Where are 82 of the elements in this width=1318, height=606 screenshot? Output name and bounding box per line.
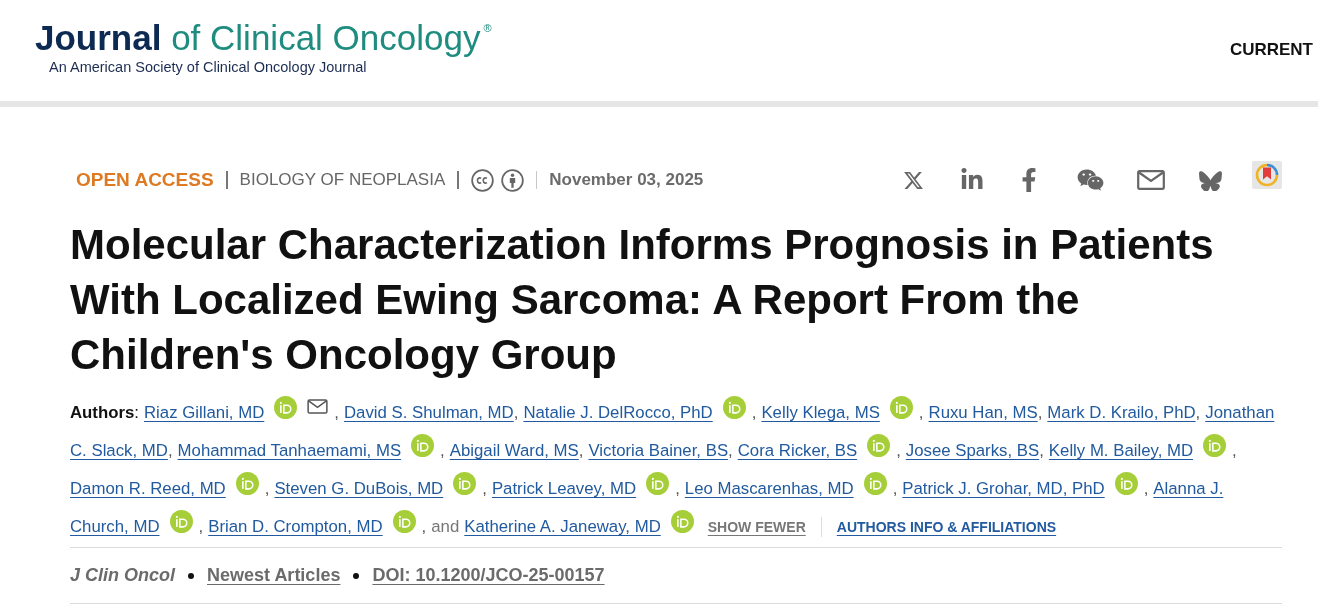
journal-wordmark[interactable]: Journal of Clinical Oncology$^{®}$: [35, 18, 492, 58]
author-link[interactable]: Patrick J. Grohar, MD, PhD: [902, 476, 1105, 502]
envelope-icon[interactable]: [307, 398, 329, 414]
comma-separator: ,: [513, 402, 519, 425]
nav-link[interactable]: CURRENT: [1229, 37, 1313, 63]
comma-separator: ,: [1195, 402, 1201, 425]
author-link[interactable]: Kelly M. Bailey, MD: [1048, 438, 1194, 464]
comma-separator: ,: [918, 402, 924, 425]
id-badge-icon[interactable]: [646, 471, 670, 495]
comma-separator: ,: [1232, 440, 1237, 463]
comma-separator: ,: [728, 440, 733, 463]
comma-separator: ,: [482, 478, 487, 501]
author-link[interactable]: Leo Mascarenhas, MD: [684, 476, 854, 502]
author-link[interactable]: C. Slack, MD: [70, 438, 168, 464]
comma-separator: ,: [675, 478, 680, 501]
x-logo-icon[interactable]: [903, 169, 924, 191]
comma-separator: ,: [167, 440, 173, 463]
id-badge-icon[interactable]: [863, 471, 887, 495]
comma-separator: ,: [1037, 402, 1043, 425]
id-badge-icon[interactable]: [889, 395, 913, 419]
comma-separator: ,: [892, 478, 898, 501]
author-link[interactable]: Riaz Gillani, MD: [144, 400, 265, 426]
comma-separator: ,: [198, 516, 204, 539]
id-badge-icon[interactable]: [392, 509, 416, 533]
article-title: Molecular Characterization Informs Prognosis in Patients With Localized Ewing Sarcoma: A Report From the Children's Oncology Group: [70, 220, 1215, 380]
id-badge-icon[interactable]: [722, 395, 746, 419]
id-badge-icon[interactable]: [453, 471, 477, 495]
show-fewer-button[interactable]: SHOW FEWER: [707, 516, 806, 538]
id-badge-icon[interactable]: [867, 433, 891, 457]
bullet-icon: [188, 572, 194, 579]
comma-separator: ,: [1143, 478, 1149, 501]
section-link[interactable]: BIOLOGY OF NEOPLASIA: [239, 167, 446, 193]
comma-separator: ,: [264, 478, 270, 501]
comma-separator: ,: [751, 402, 757, 425]
wechat-icon[interactable]: [1077, 168, 1104, 192]
author-link[interactable]: Steven G. DuBois, MD: [274, 476, 444, 502]
author-link[interactable]: Mohammad Tanhaemami, MS: [177, 438, 402, 464]
author-link[interactable]: Damon R. Reed, MD: [70, 476, 226, 502]
authors-info-link[interactable]: AUTHORS INFO & AFFILIATIONS: [836, 516, 1057, 538]
author-link[interactable]: David S. Shulman, MD: [343, 400, 514, 426]
section-link[interactable]: Newest Articles: [207, 562, 341, 589]
author-link[interactable]: Patrick Leavey, MD: [491, 476, 637, 502]
author-link[interactable]: Alanna J.: [1153, 476, 1224, 502]
authors-label: Authors:: [70, 402, 139, 425]
comma-separator: ,: [440, 440, 445, 463]
bookmark-app-icon[interactable]: [1252, 161, 1282, 189]
id-badge-icon[interactable]: [670, 509, 694, 533]
open-access-label: OPEN ACCESS: [76, 167, 214, 192]
id-badge-icon[interactable]: [169, 509, 193, 533]
author-link[interactable]: Kelly Klega, MS: [761, 400, 880, 426]
publication-date: November 03, 2025: [549, 169, 704, 192]
id-badge-icon[interactable]: [274, 395, 298, 419]
person-circle-icon[interactable]: [501, 168, 525, 192]
author-link[interactable]: Mark D. Krailo, PhD: [1047, 400, 1196, 426]
author-link[interactable]: Abigail Ward, MS: [449, 438, 579, 464]
author-link[interactable]: Natalie J. DelRocco, PhD: [523, 400, 713, 426]
cc-circle-icon[interactable]: [471, 168, 495, 192]
author-link[interactable]: Josee Sparks, BS: [905, 438, 1040, 464]
butterfly-icon[interactable]: [1199, 169, 1222, 191]
comma-separator: ,: [896, 440, 901, 463]
author-link[interactable]: Ruxu Han, MS: [928, 400, 1038, 426]
author-link[interactable]: Jonathan: [1205, 400, 1275, 426]
comma-separator: ,: [578, 440, 584, 463]
comma-separator: ,: [421, 516, 427, 539]
mail-icon[interactable]: [1137, 170, 1165, 190]
journal-tagline: An American Society of Clinical Oncology Journal: [49, 58, 368, 76]
author-link[interactable]: Brian D. Crompton, MD: [208, 514, 383, 540]
bullet-icon: [353, 572, 360, 579]
comma-separator: ,: [334, 402, 339, 425]
linkedin-icon[interactable]: [961, 168, 983, 192]
facebook-icon[interactable]: [1021, 168, 1037, 192]
journal-abbreviation: J Clin Oncol: [70, 564, 175, 587]
author-link[interactable]: Cora Ricker, BS: [737, 438, 858, 464]
id-badge-icon[interactable]: [411, 433, 435, 457]
id-badge-icon[interactable]: [1203, 433, 1227, 457]
id-badge-icon[interactable]: [235, 471, 259, 495]
id-badge-icon[interactable]: [1114, 471, 1138, 495]
conjunction-text: and: [431, 516, 460, 539]
comma-separator: ,: [1039, 440, 1044, 463]
author-link[interactable]: Church, MD: [70, 514, 160, 540]
author-link[interactable]: Katherine A. Janeway, MD: [464, 514, 661, 540]
doi-link[interactable]: DOI: 10.1200/JCO-25-00157: [372, 562, 605, 589]
